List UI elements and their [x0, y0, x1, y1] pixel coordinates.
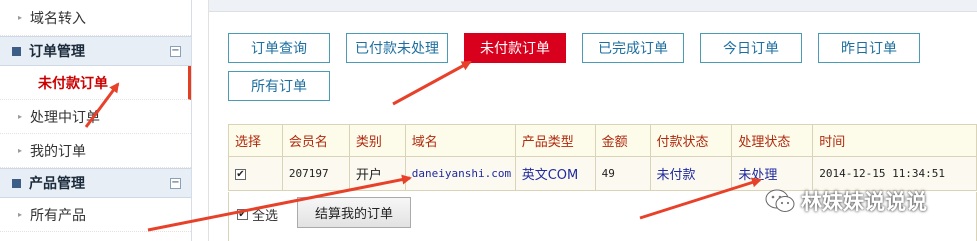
- sidebar-group-product-management[interactable]: 产品管理 −: [0, 168, 191, 198]
- tab-all-orders[interactable]: 所有订单: [228, 71, 330, 101]
- col-header: 会员名: [281, 124, 350, 157]
- sidebar-item-domain-transfer[interactable]: ▸ 域名转入: [0, 0, 191, 36]
- col-header: 类别: [348, 124, 406, 157]
- sidebar-item-unpaid-orders[interactable]: 未付款订单: [0, 66, 191, 100]
- bullet-arrow-icon: ▸: [18, 13, 23, 22]
- col-header: 域名: [404, 124, 516, 157]
- col-header: 选择: [228, 124, 283, 157]
- domain-cell: daneiyanshi.com: [404, 156, 516, 191]
- watermark-text: 林妹妹说说说: [801, 190, 927, 214]
- col-header: 产品类型: [514, 124, 596, 157]
- col-header: 付款状态: [649, 124, 733, 157]
- bullet-arrow-icon: ▸: [18, 112, 23, 121]
- sidebar-group-label: 产品管理: [29, 176, 85, 192]
- sidebar-item-label: 域名转入: [30, 10, 87, 27]
- select-all[interactable]: ✔ 全选: [237, 205, 278, 224]
- select-all-label: 全选: [252, 209, 279, 224]
- collapse-icon[interactable]: −: [170, 178, 181, 189]
- tab-order-query[interactable]: 订单查询: [228, 33, 330, 63]
- bullet-arrow-icon: ▸: [18, 210, 23, 219]
- tab-yesterday-orders[interactable]: 昨日订单: [818, 33, 920, 63]
- sidebar-item-label: 所有产品: [30, 207, 87, 224]
- table-header-row: 选择 会员名 类别 域名 产品类型 金额 付款状态 处理状态 时间: [228, 124, 977, 157]
- member-cell: 207197: [281, 156, 350, 191]
- collapse-icon[interactable]: −: [170, 46, 181, 57]
- tab-unpaid-orders[interactable]: 未付款订单: [464, 33, 566, 63]
- tab-today-orders[interactable]: 今日订单: [700, 33, 802, 63]
- sidebar-item-all-products[interactable]: ▸ 所有产品: [0, 198, 191, 232]
- group-icon: [12, 46, 21, 56]
- sidebar-item-label: 处理中订单: [30, 109, 101, 126]
- tab-completed-orders[interactable]: 已完成订单: [582, 33, 684, 63]
- watermark: 林妹妹说说说: [765, 186, 927, 216]
- orders-table: 选择 会员名 类别 域名 产品类型 金额 付款状态 处理状态 时间 ✔ 2071…: [228, 124, 977, 191]
- sidebar-group-order-management[interactable]: 订单管理 −: [0, 36, 191, 66]
- select-all-checkbox[interactable]: ✔: [237, 209, 248, 220]
- sidebar-item-processing-orders[interactable]: ▸ 处理中订单: [0, 100, 191, 134]
- row-select-cell: ✔: [228, 156, 283, 191]
- category-cell: 开户: [348, 156, 406, 191]
- product-cell: 英文COM: [514, 156, 596, 191]
- col-header: 金额: [594, 124, 651, 157]
- sidebar: ▸ 域名转入 订单管理 − 未付款订单 ▸ 处理中订单 ▸ 我的订单 产品管理 …: [0, 0, 192, 241]
- top-strip: [209, 0, 977, 12]
- payment-status-cell: 未付款: [649, 156, 733, 191]
- col-header: 时间: [812, 124, 977, 157]
- sidebar-group-label: 订单管理: [29, 44, 85, 60]
- amount-cell: 49: [594, 156, 651, 191]
- wechat-logo-icon: [765, 189, 795, 212]
- sidebar-item-my-orders[interactable]: ▸ 我的订单: [0, 134, 191, 168]
- col-header: 处理状态: [731, 124, 814, 157]
- sidebar-item-label: 我的订单: [30, 143, 87, 160]
- settle-orders-button[interactable]: 结算我的订单: [297, 197, 411, 228]
- bullet-arrow-icon: ▸: [18, 146, 23, 155]
- tab-paid-unprocessed[interactable]: 已付款未处理: [346, 33, 448, 63]
- group-icon: [12, 178, 21, 188]
- sidebar-item-label: 未付款订单: [38, 75, 108, 92]
- row-checkbox[interactable]: ✔: [235, 169, 246, 180]
